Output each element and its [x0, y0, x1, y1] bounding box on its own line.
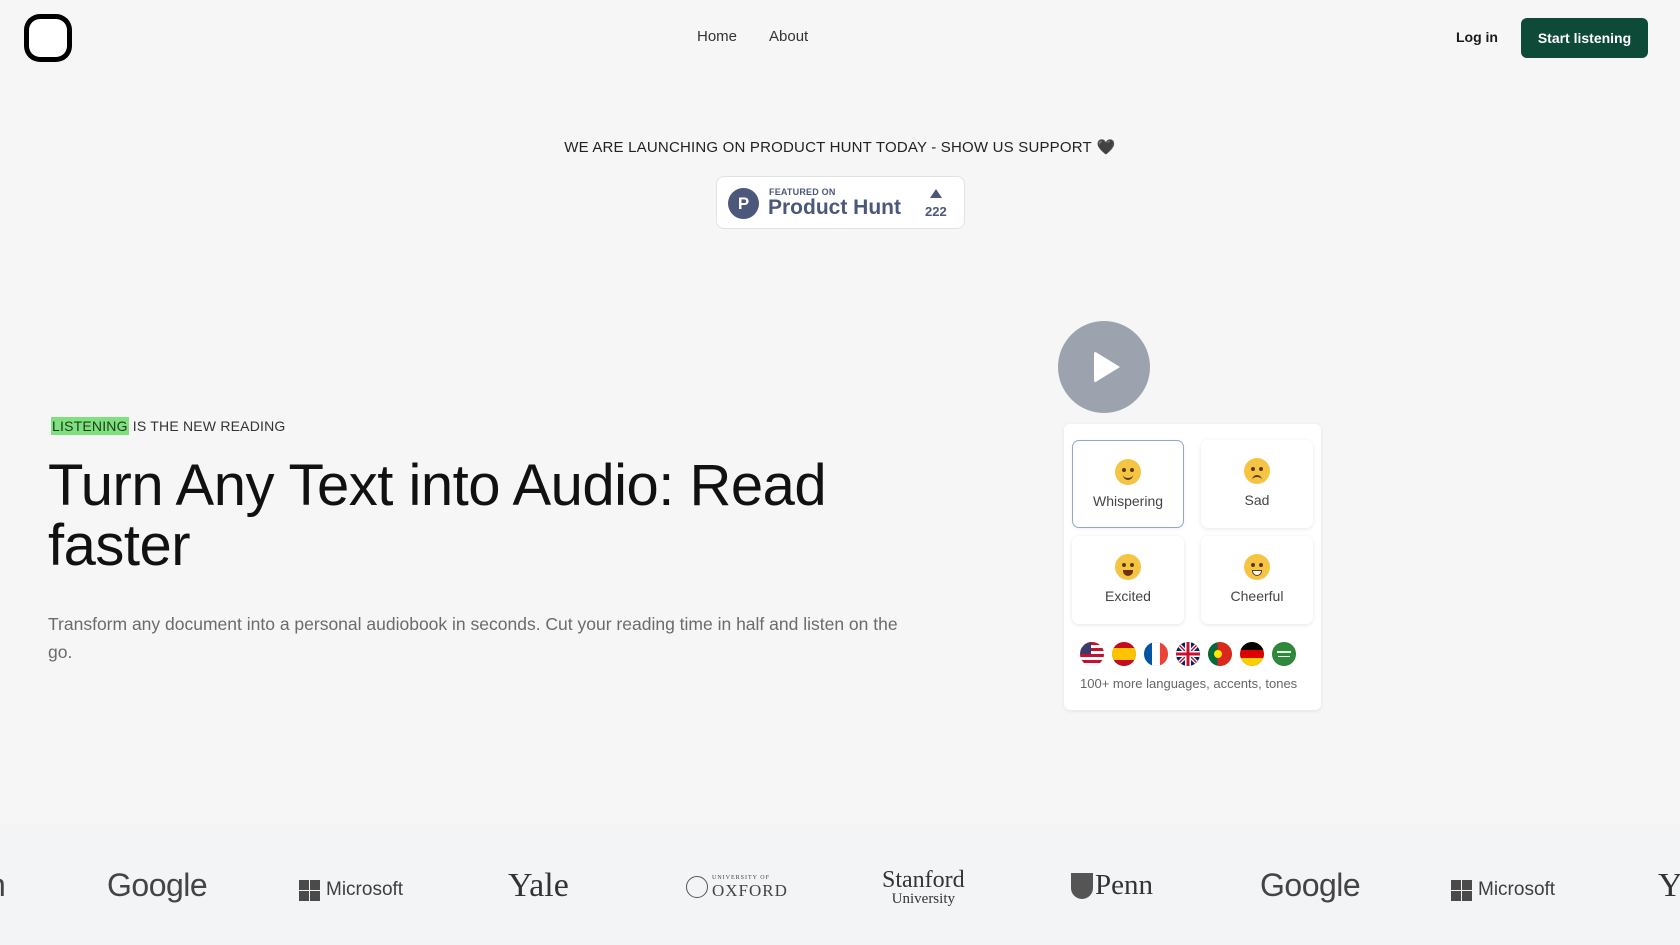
microsoft-grid-icon — [1451, 879, 1472, 901]
tone-sad[interactable]: Sad — [1201, 440, 1313, 528]
france-flag-icon[interactable] — [1144, 642, 1168, 666]
penn-logo-text: Penn — [1095, 869, 1153, 901]
microsoft-logo: Microsoft — [1451, 879, 1555, 901]
hero-subtitle: Transform any document into a personal a… — [48, 614, 898, 662]
shushing-face-icon — [1115, 459, 1141, 485]
start-listening-button[interactable]: Start listening — [1521, 18, 1648, 58]
language-flags — [1080, 642, 1296, 666]
us-flag-icon[interactable] — [1080, 642, 1104, 666]
tone-whispering[interactable]: Whispering — [1072, 440, 1184, 528]
kicker-highlight: LISTENING — [51, 417, 129, 435]
ph-name: Product Hunt — [768, 196, 901, 219]
yale-logo: Yale — [508, 867, 569, 904]
germany-flag-icon[interactable] — [1240, 642, 1264, 666]
play-button[interactable] — [1058, 321, 1150, 413]
microsoft-logo-text: Microsoft — [326, 879, 404, 900]
login-link[interactable]: Log in — [1456, 29, 1498, 45]
oxford-big-text: OXFORD — [712, 881, 788, 900]
crying-face-icon — [1244, 458, 1270, 484]
tone-label: Excited — [1105, 588, 1151, 604]
upvote-arrow-icon — [930, 189, 942, 198]
nav-about-link[interactable]: About — [769, 28, 808, 45]
voice-tone-card: Whispering Sad Excited Cheerful 100+ mor… — [1064, 424, 1321, 710]
oxford-logo: UNIVERSITY OF OXFORD — [686, 875, 788, 899]
google-logo: Google — [1260, 867, 1361, 903]
penn-shield-icon — [1071, 872, 1093, 899]
main-nav: Home About — [697, 28, 808, 45]
partial-logo-left: n — [0, 867, 6, 904]
kicker-rest: IS THE NEW READING — [128, 418, 286, 434]
app-logo[interactable] — [24, 14, 72, 62]
microsoft-logo: Microsoft — [299, 879, 403, 901]
trusted-by-logos: n Google Microsoft Yale UNIVERSITY OF OX… — [0, 825, 1680, 945]
uk-flag-icon[interactable] — [1176, 642, 1200, 666]
portugal-flag-icon[interactable] — [1208, 642, 1232, 666]
grinning-face-icon — [1244, 554, 1270, 580]
microsoft-logo-text: Microsoft — [1478, 879, 1556, 900]
tone-label: Cheerful — [1230, 588, 1284, 604]
black-heart-icon: 🖤 — [1096, 139, 1116, 156]
tone-label: Sad — [1244, 492, 1270, 508]
saudi-arabia-flag-icon[interactable] — [1272, 642, 1296, 666]
upvote-count: 222 — [925, 204, 947, 219]
stanford-logo: Stanford University — [882, 867, 965, 907]
site-header: Home About Log in Start listening — [0, 0, 1680, 75]
tone-cheerful[interactable]: Cheerful — [1201, 536, 1313, 624]
hero-title: Turn Any Text into Audio: Read faster — [48, 453, 827, 578]
spain-flag-icon[interactable] — [1112, 642, 1136, 666]
play-icon — [1094, 351, 1120, 383]
hero-kicker: LISTENING IS THE NEW READING — [51, 417, 286, 435]
penn-logo: Penn — [1071, 869, 1153, 902]
more-languages-text: 100+ more languages, accents, tones — [1080, 676, 1298, 691]
product-hunt-badge[interactable]: P FEATURED ON Product Hunt 222 — [716, 176, 965, 229]
microsoft-grid-icon — [299, 879, 320, 901]
partial-logo-right: Y — [1658, 867, 1680, 904]
star-struck-face-icon — [1115, 554, 1141, 580]
stanford-line-1: Stanford — [882, 867, 965, 893]
tone-label: Whispering — [1092, 493, 1164, 509]
tone-excited[interactable]: Excited — [1072, 536, 1184, 624]
google-logo: Google — [107, 867, 208, 903]
product-hunt-logo-icon: P — [728, 188, 759, 219]
launch-banner: WE ARE LAUNCHING ON PRODUCT HUNT TODAY -… — [0, 138, 1680, 156]
launch-text: WE ARE LAUNCHING ON PRODUCT HUNT TODAY -… — [564, 139, 1092, 156]
nav-home-link[interactable]: Home — [697, 28, 737, 45]
stanford-line-2: University — [891, 891, 955, 907]
oxford-seal-icon — [686, 876, 708, 898]
